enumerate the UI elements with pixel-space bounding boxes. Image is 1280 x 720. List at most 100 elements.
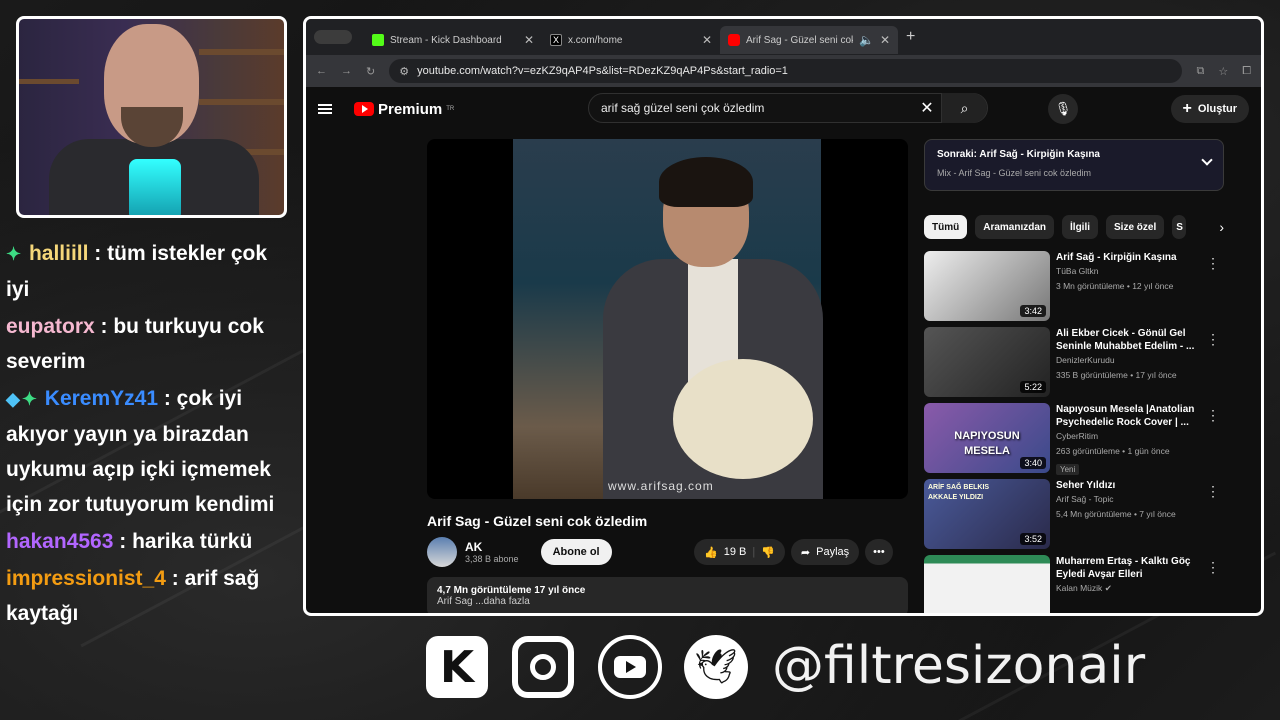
- up-next-subtitle: Mix - Arif Sag - Güzel seni cok özledim: [937, 168, 1092, 178]
- close-tab-icon[interactable]: ✕: [524, 33, 534, 47]
- channel-name[interactable]: AK: [465, 540, 519, 554]
- video-actions: 👍 19 B | 👎 ➦ Paylaş •••: [694, 539, 893, 565]
- youtube-icon: [598, 635, 662, 699]
- reload-icon[interactable]: ↻: [366, 65, 375, 78]
- clear-search-icon[interactable]: ✕: [913, 98, 941, 118]
- back-icon[interactable]: ←: [316, 65, 327, 77]
- menu-icon[interactable]: [318, 104, 332, 114]
- stream-chat: ✦ halliill : tüm istekler çok iyi eupato…: [6, 236, 296, 633]
- close-tab-icon[interactable]: ✕: [702, 33, 712, 47]
- more-icon: •••: [873, 546, 885, 558]
- youtube-logo[interactable]: Premium TR: [354, 101, 454, 118]
- chip-all[interactable]: Tümü: [924, 215, 968, 239]
- new-badge: Yeni: [1056, 464, 1080, 475]
- url-text: youtube.com/watch?v=ezKZ9qAP4Ps&list=RDe…: [417, 65, 788, 77]
- x-icon: X: [550, 34, 562, 46]
- youtube-icon: [728, 34, 740, 46]
- channel-avatar[interactable]: [427, 537, 457, 567]
- view-stats: 4,7 Mn görüntüleme 17 yıl önce: [437, 585, 586, 596]
- tab-title: x.com/home: [568, 34, 623, 46]
- search-icon: ⌕: [960, 99, 969, 116]
- chat-message: ◆ ✦ KeremYz41 : çok iyi akıyor yayın ya b…: [6, 381, 296, 522]
- chat-username[interactable]: halliill: [29, 242, 89, 265]
- search-input[interactable]: arif sağ güzel seni çok özledim: [589, 101, 913, 115]
- chat-username[interactable]: hakan4563: [6, 530, 113, 553]
- speaker-icon[interactable]: 🔈: [859, 33, 874, 47]
- microphone-icon: 🎙: [1054, 101, 1072, 116]
- voice-search-button[interactable]: 🎙: [1048, 94, 1078, 124]
- chat-username[interactable]: KeremYz41: [45, 387, 158, 410]
- filter-chips: Tümü Aramanızdan İlgili Size özel S ›: [924, 215, 1224, 239]
- rec-channel: Kalan Müzik: [1056, 583, 1103, 593]
- chip-for-you[interactable]: Size özel: [1106, 215, 1165, 239]
- extensions-icon[interactable]: ⧠: [1242, 65, 1251, 78]
- video-thumbnail[interactable]: 3:42: [924, 251, 1050, 321]
- cube-badge-icon: ◆: [6, 389, 20, 409]
- chat-username[interactable]: eupatorx: [6, 315, 95, 338]
- chip-partial[interactable]: S: [1172, 215, 1187, 239]
- video-thumbnail[interactable]: ARİF SAĞ BELKIS AKKALE YILDIZI 3:52: [924, 479, 1050, 549]
- kebab-menu-icon[interactable]: ⋮: [1206, 255, 1220, 272]
- recommendations-list: 3:42 Arif Sağ - Kirpiğin Kaşına TüBa Glt…: [924, 251, 1224, 613]
- logo-region: TR: [446, 106, 455, 112]
- chip-related[interactable]: İlgili: [1062, 215, 1099, 239]
- list-item[interactable]: 5:22 Ali Ekber Cicek - Gönül Gel Seninle…: [924, 327, 1224, 403]
- tab-kick-dashboard[interactable]: Stream - Kick Dashboard ✕: [364, 26, 542, 54]
- list-item[interactable]: 3:42 Arif Sağ - Kirpiğin Kaşına TüBa Glt…: [924, 251, 1224, 327]
- list-item[interactable]: Muharrem Ertaş - Kalktı Göç Eyledi Avşar…: [924, 555, 1224, 613]
- rec-meta: 263 görüntüleme • 1 gün önce: [1056, 446, 1170, 456]
- list-item[interactable]: ARİF SAĞ BELKIS AKKALE YILDIZI 3:52 Sehe…: [924, 479, 1224, 555]
- like-count[interactable]: 19 B: [724, 546, 747, 558]
- search-button[interactable]: ⌕: [941, 93, 987, 123]
- chip-from-search[interactable]: Aramanızdan: [975, 215, 1055, 239]
- duration-badge: 3:52: [1020, 533, 1046, 545]
- rec-meta: 5,4 Mn görüntüleme • 7 yıl önce: [1056, 509, 1176, 519]
- forward-icon[interactable]: →: [341, 65, 352, 77]
- video-thumbnail[interactable]: 5:22: [924, 327, 1050, 397]
- install-icon[interactable]: ⧉: [1196, 65, 1204, 78]
- kick-icon: [372, 34, 384, 46]
- more-actions-button[interactable]: •••: [865, 539, 893, 565]
- kebab-menu-icon[interactable]: ⋮: [1206, 559, 1220, 576]
- tab-x-home[interactable]: X x.com/home ✕: [542, 26, 720, 54]
- tab-title: Stream - Kick Dashboard: [390, 34, 502, 46]
- share-icon: ➦: [800, 546, 811, 559]
- dislike-icon[interactable]: 👎: [761, 546, 775, 559]
- url-field[interactable]: ⚙ youtube.com/watch?v=ezKZ9qAP4Ps&list=R…: [389, 59, 1183, 83]
- social-bar: K: [426, 632, 488, 702]
- video-title: Arif Sag - Güzel seni cok özledim: [427, 513, 648, 529]
- new-tab-icon[interactable]: +: [906, 28, 915, 46]
- up-next-panel[interactable]: Sonraki: Arif Sağ - Kirpiğin Kaşına Mix …: [924, 139, 1224, 191]
- rec-title: Muharrem Ertaş - Kalktı Göç Eyledi Avşar…: [1056, 556, 1191, 580]
- address-bar-row: ← → ↻ ⚙ youtube.com/watch?v=ezKZ9qAP4Ps&…: [306, 55, 1261, 87]
- chat-message: ✦ halliill : tüm istekler çok iyi: [6, 236, 296, 307]
- chat-username[interactable]: impressionist_4: [6, 567, 166, 590]
- video-player[interactable]: www.arifsag.com: [427, 139, 908, 499]
- tab-groups-button[interactable]: [314, 30, 352, 44]
- video-thumbnail[interactable]: [924, 555, 1050, 613]
- plus-icon: +: [1182, 100, 1192, 117]
- chevron-right-icon[interactable]: ›: [1219, 219, 1224, 235]
- browser-window: Stream - Kick Dashboard ✕ X x.com/home ✕…: [303, 16, 1264, 616]
- tab-youtube[interactable]: Arif Sag - Güzel seni cok 🔈 ✕: [720, 26, 898, 54]
- subscribe-button[interactable]: Abone ol: [540, 539, 612, 565]
- kebab-menu-icon[interactable]: ⋮: [1206, 407, 1220, 424]
- site-info-icon[interactable]: ⚙: [399, 65, 409, 78]
- kebab-menu-icon[interactable]: ⋮: [1206, 331, 1220, 348]
- share-button[interactable]: ➦ Paylaş: [790, 539, 860, 565]
- create-button[interactable]: + Oluştur: [1170, 95, 1249, 123]
- subscriber-count: 3,38 B abone: [465, 554, 519, 564]
- rec-channel: DenizlerKurudu: [1056, 355, 1115, 365]
- rec-channel: Arif Sağ - Topic: [1056, 494, 1114, 504]
- close-tab-icon[interactable]: ✕: [880, 33, 890, 47]
- like-icon[interactable]: 👍: [704, 546, 718, 559]
- thumbnail-text: ARİF SAĞ BELKIS AKKALE YILDIZI: [928, 484, 990, 501]
- video-thumbnail[interactable]: NAPIYOSUN MESELA 3:40: [924, 403, 1050, 473]
- kebab-menu-icon[interactable]: ⋮: [1206, 483, 1220, 500]
- description-box[interactable]: 4,7 Mn görüntüleme 17 yıl önce Arif Sag …: [427, 577, 908, 613]
- list-item[interactable]: NAPIYOSUN MESELA 3:40 Napıyosun Mesela |…: [924, 403, 1224, 479]
- rec-meta: 3 Mn görüntüleme • 12 yıl önce: [1056, 281, 1174, 291]
- bookmark-star-icon[interactable]: ☆: [1218, 65, 1228, 78]
- youtube-header: Premium TR arif sağ güzel seni çok özledi…: [306, 87, 1261, 131]
- create-label: Oluştur: [1197, 103, 1237, 115]
